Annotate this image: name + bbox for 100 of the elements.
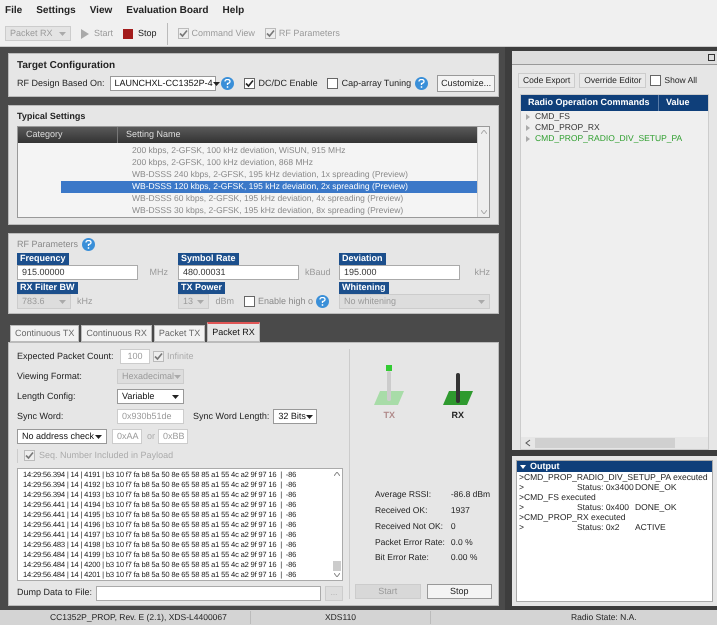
help-icon[interactable] — [415, 77, 428, 90]
stat-value: 0 — [450, 520, 457, 532]
output-status: Status: 0x3400 — [577, 482, 635, 492]
output-result: ACTIVE — [635, 522, 666, 532]
command-item[interactable]: CMD_PROP_RX — [535, 121, 600, 134]
status-text: Radio State: N.A. — [430, 611, 717, 624]
unit-label: dBm — [215, 294, 234, 308]
panel-title: Target Configuration — [17, 59, 116, 73]
or-label: or — [147, 430, 156, 443]
stat-value: 1937 — [450, 504, 471, 517]
checkbox[interactable] — [650, 75, 662, 86]
menu-item[interactable]: Help — [222, 3, 244, 18]
stat-label: Bit Error Rate: — [375, 551, 430, 564]
unit-label: kBaud — [305, 266, 329, 279]
unit-label: MHz — [148, 266, 168, 279]
menu-item[interactable]: View — [90, 3, 112, 18]
command-button[interactable]: Override Editor — [579, 73, 646, 88]
menu-item[interactable]: File — [5, 3, 22, 18]
stat-value: 0.0 % — [450, 536, 474, 548]
indicator-label: RX — [451, 409, 464, 422]
tab[interactable]: Packet RX — [207, 322, 260, 342]
field-label: Frequency — [17, 253, 69, 265]
field-label: Sync Word: — [17, 410, 64, 423]
output-line: >CMD_PROP_RADIO_DIV_SETUP_PA executed — [518, 472, 709, 482]
field-label: Viewing Format: — [17, 370, 83, 383]
output-result: DONE_OK — [635, 502, 677, 512]
stop-button[interactable]: Stop — [123, 26, 157, 40]
output-line: >CMD_PROP_RX executed — [518, 512, 627, 522]
checkbox-label[interactable]: Show All — [664, 74, 698, 87]
setting-row[interactable]: WB-DSSS 120 kbps, 2-GFSK, 195 kHz deviation, 2x spreading (Preview) — [61, 180, 477, 192]
scrollbar[interactable] — [477, 126, 489, 216]
scroll-up-icon[interactable] — [334, 472, 340, 476]
checkbox-label[interactable]: DC/DC Enable — [258, 76, 318, 90]
stat-value: -86.8 dBm — [450, 488, 490, 501]
panel-title: Output — [530, 460, 560, 473]
menu-item[interactable]: Settings — [36, 3, 76, 18]
caret-icon — [197, 300, 204, 304]
tab[interactable]: Packet TX — [154, 325, 206, 342]
caret-icon — [306, 414, 313, 418]
menu-item[interactable]: Evaluation Board — [126, 3, 209, 18]
output-status: Status: 0x400 — [577, 502, 630, 512]
output-status: Status: 0x2 — [577, 522, 621, 532]
column-header[interactable]: Setting Name — [118, 126, 477, 142]
scroll-up-icon[interactable] — [480, 130, 486, 134]
address-check-dropdown[interactable]: No address check — [17, 429, 107, 444]
sync-length-dropdown[interactable]: 32 Bits — [273, 409, 318, 424]
input-field[interactable]: 195.000 — [339, 265, 460, 280]
column-header[interactable]: Value — [659, 95, 697, 111]
output-prompt: > — [519, 502, 525, 512]
input-field[interactable]: 915.00000 — [17, 265, 138, 280]
column-header[interactable]: Category — [18, 126, 118, 142]
checkbox[interactable] — [24, 450, 35, 462]
window-icon[interactable] — [708, 54, 715, 61]
field-label: RF Design Based On: — [17, 76, 105, 90]
caret-icon — [174, 374, 182, 378]
field-label: Whitening — [339, 282, 388, 294]
field-label: Expected Packet Count: — [17, 350, 115, 363]
command-item[interactable]: CMD_FS — [535, 110, 570, 123]
help-icon[interactable] — [82, 238, 96, 251]
status-text: XDS110 — [250, 611, 430, 624]
caret-icon — [59, 300, 66, 304]
caret-icon — [172, 394, 179, 398]
caret-icon — [59, 32, 66, 36]
field-label: Deviation — [339, 253, 386, 265]
scroll-left-icon[interactable] — [524, 439, 532, 447]
customize-button[interactable]: Customize... — [437, 75, 496, 92]
command-button[interactable]: Code Export — [518, 73, 576, 88]
help-icon[interactable] — [220, 77, 234, 90]
column-header[interactable]: Radio Operation Commands — [521, 95, 659, 111]
checkbox[interactable] — [153, 351, 164, 362]
stat-value: 0.00 % — [450, 551, 478, 564]
tab[interactable]: Continuous RX — [81, 325, 152, 342]
help-icon[interactable] — [316, 295, 329, 308]
stat-label: Packet Error Rate: — [375, 536, 445, 548]
length-config-dropdown[interactable]: Variable — [117, 389, 184, 404]
checkbox[interactable] — [326, 78, 338, 89]
indicator-label: TX — [383, 409, 395, 422]
scroll-down-icon[interactable] — [480, 210, 486, 214]
field-label: RX Filter BW — [17, 282, 78, 294]
scrollbar[interactable] — [521, 437, 708, 449]
input-field[interactable]: 480.00031 — [178, 265, 299, 280]
unit-label: kHz — [474, 266, 490, 279]
scroll-thumb[interactable] — [333, 560, 341, 570]
collapse-icon[interactable] — [520, 464, 526, 468]
stat-label: Received Not OK: — [375, 520, 444, 532]
field-label: Length Config: — [17, 390, 77, 403]
unit-label: kHz — [77, 294, 94, 308]
checkbox-label[interactable]: Cap-array Tuning — [342, 76, 412, 90]
tab[interactable]: Continuous TX — [10, 325, 80, 342]
checkbox[interactable] — [244, 296, 255, 307]
panel-title: RF Parameters — [17, 238, 78, 250]
field-label: Sync Word Length: — [193, 410, 270, 423]
file-path-field[interactable] — [96, 586, 321, 600]
checkbox[interactable] — [244, 78, 255, 89]
output-prompt: > — [519, 522, 525, 532]
caret-icon — [478, 300, 485, 304]
field-label: TX Power — [178, 282, 226, 294]
scroll-down-icon[interactable] — [334, 572, 340, 576]
play-icon — [81, 28, 89, 38]
stop-button[interactable]: Stop — [426, 584, 492, 599]
